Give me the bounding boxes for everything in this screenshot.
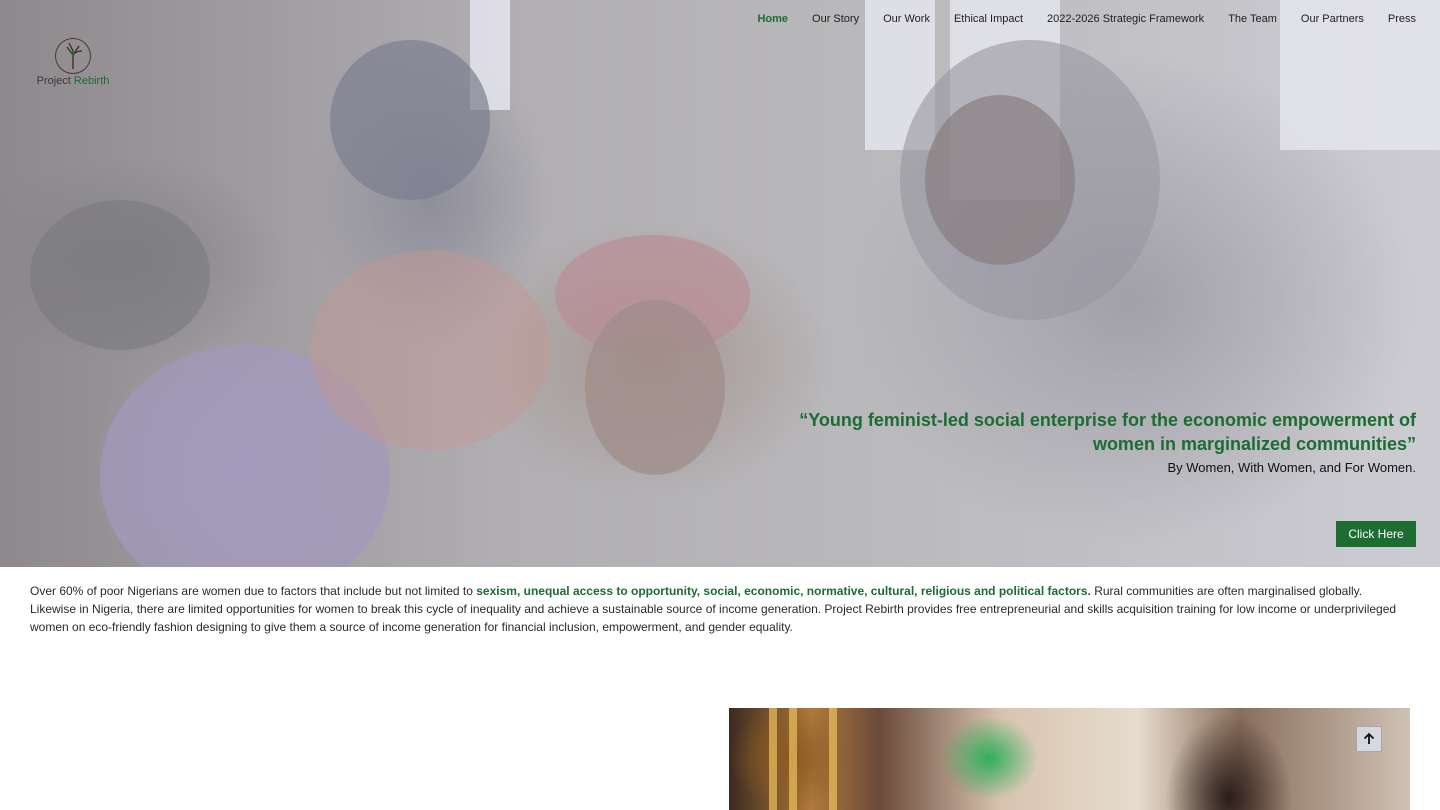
nav-strategic-framework[interactable]: 2022-2026 Strategic Framework xyxy=(1047,12,1204,26)
tree-woman-icon xyxy=(55,38,91,74)
photo-stripe xyxy=(789,708,797,810)
logo-text-accent: Rebirth xyxy=(73,75,110,87)
nav-our-story[interactable]: Our Story xyxy=(812,12,859,26)
site-logo[interactable]: Project Rebirth xyxy=(33,38,113,87)
scroll-to-top-button[interactable] xyxy=(1356,726,1382,752)
arrow-up-icon xyxy=(1363,732,1375,744)
photo-stripe xyxy=(769,708,777,810)
nav-our-work[interactable]: Our Work xyxy=(883,12,930,26)
intro-paragraph: Over 60% of poor Nigerians are women due… xyxy=(30,582,1410,636)
nav-home[interactable]: Home xyxy=(757,12,788,26)
logo-text: Project Rebirth xyxy=(33,75,113,87)
hero-section: Project Rebirth Home Our Story Our Work … xyxy=(0,0,1440,567)
logo-text-main: Project xyxy=(36,75,71,87)
nav-our-partners[interactable]: Our Partners xyxy=(1301,12,1364,26)
nav-ethical-impact[interactable]: Ethical Impact xyxy=(954,12,1023,26)
photo-stripe xyxy=(829,708,837,810)
hero-overlay xyxy=(0,0,1440,567)
intro-highlight: sexism, unequal access to opportunity, s… xyxy=(476,584,1091,598)
intro-text-before: Over 60% of poor Nigerians are women due… xyxy=(30,584,477,598)
nav-the-team[interactable]: The Team xyxy=(1228,12,1277,26)
click-here-button[interactable]: Click Here xyxy=(1336,521,1416,547)
hero-quote: “Young feminist-led social enterprise fo… xyxy=(799,410,1416,454)
nav-press[interactable]: Press xyxy=(1388,12,1416,26)
hero-tagline: “Young feminist-led social enterprise fo… xyxy=(776,408,1416,475)
hero-subtitle: By Women, With Women, and For Women. xyxy=(1167,460,1416,475)
women-training-photo xyxy=(729,708,1410,810)
main-navigation: Home Our Story Our Work Ethical Impact 2… xyxy=(757,12,1416,26)
